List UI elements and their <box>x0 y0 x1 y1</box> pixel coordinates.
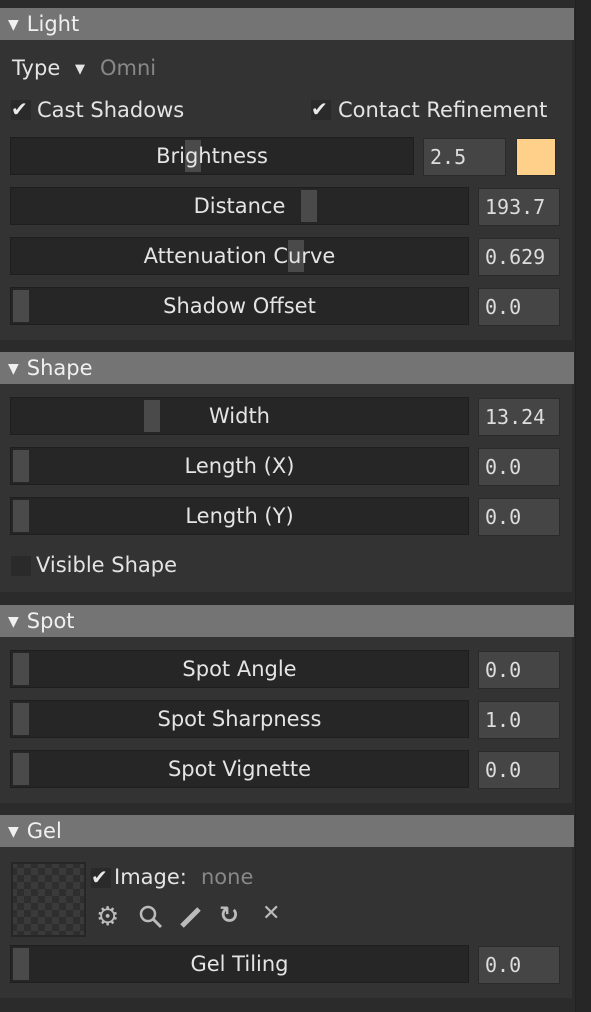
slider-label: Spot Sharpness <box>157 707 322 731</box>
spot-vignette-value[interactable]: 0.0 <box>478 751 560 789</box>
width-slider[interactable]: Width <box>10 397 469 435</box>
brightness-slider[interactable]: Brightness <box>10 137 414 175</box>
attenuation-curve-value[interactable]: 0.629 <box>478 238 560 276</box>
distance-slider[interactable]: Distance <box>10 187 469 225</box>
section-header-spot[interactable]: ▼ Spot <box>0 605 574 637</box>
section-header-shape[interactable]: ▼ Shape <box>0 352 574 384</box>
refresh-icon[interactable]: ↻ <box>219 901 239 929</box>
collapse-triangle-icon: ▼ <box>8 614 19 630</box>
brightness-value[interactable]: 2.5 <box>423 138 506 176</box>
length-x-value[interactable]: 0.0 <box>478 448 560 486</box>
spot-vignette-slider[interactable]: Spot Vignette <box>10 750 469 788</box>
slider-label: Brightness <box>156 144 268 168</box>
gel-tiling-value[interactable]: 0.0 <box>478 946 560 984</box>
slider-label: Width <box>208 404 270 428</box>
type-dropdown[interactable]: Omni <box>100 56 156 80</box>
contact-refinement-label: Contact Refinement <box>338 98 548 122</box>
spot-angle-slider[interactable]: Spot Angle <box>10 650 469 688</box>
gel-tiling-slider[interactable]: Gel Tiling <box>10 945 469 983</box>
close-icon[interactable]: ✕ <box>262 901 280 926</box>
section-title: Light <box>26 12 80 36</box>
light-color-swatch[interactable] <box>516 138 556 176</box>
slider-label: Spot Angle <box>182 657 297 681</box>
gear-icon[interactable]: ⚙ <box>96 902 119 932</box>
collapse-triangle-icon: ▼ <box>8 17 19 33</box>
gel-image-label: Image: <box>114 865 187 889</box>
slider-label: Length (X) <box>184 454 295 478</box>
section-title: Shape <box>26 356 93 380</box>
collapse-triangle-icon: ▼ <box>8 824 19 840</box>
section-title: Gel <box>26 819 62 843</box>
collapse-triangle-icon: ▼ <box>8 361 19 377</box>
scrollbar-track[interactable] <box>575 0 591 1012</box>
contact-refinement-checkbox[interactable]: ✔ <box>311 99 331 120</box>
search-icon[interactable] <box>137 903 165 931</box>
distance-value[interactable]: 193.7 <box>478 188 560 226</box>
type-dropdown-icon[interactable]: ▼ <box>75 56 85 84</box>
attenuation-curve-slider[interactable]: Attenuation Curve <box>10 237 469 275</box>
slider-label: Gel Tiling <box>190 952 289 976</box>
section-header-light[interactable]: ▼ Light <box>0 8 574 40</box>
gel-image-checkbox[interactable]: ✔ <box>91 867 111 888</box>
section-header-gel[interactable]: ▼ Gel <box>0 815 574 847</box>
slider-label: Spot Vignette <box>167 757 312 781</box>
cast-shadows-checkbox[interactable]: ✔ <box>11 99 31 120</box>
slider-label: Distance <box>193 194 286 218</box>
gel-image-thumbnail[interactable] <box>11 862 86 937</box>
shadow-offset-slider[interactable]: Shadow Offset <box>10 287 469 325</box>
shadow-offset-value[interactable]: 0.0 <box>478 288 560 326</box>
slider-label: Attenuation Curve <box>143 244 336 268</box>
section-title: Spot <box>26 609 75 633</box>
slider-label: Shadow Offset <box>163 294 316 318</box>
cast-shadows-label: Cast Shadows <box>37 98 185 122</box>
gel-image-value: none <box>201 865 254 889</box>
spot-sharpness-value[interactable]: 1.0 <box>478 701 560 739</box>
slider-label: Length (Y) <box>185 504 294 528</box>
pencil-icon[interactable] <box>177 903 205 931</box>
length-y-value[interactable]: 0.0 <box>478 498 560 536</box>
visible-shape-label: Visible Shape <box>36 553 178 577</box>
spot-sharpness-slider[interactable]: Spot Sharpness <box>10 700 469 738</box>
length-y-slider[interactable]: Length (Y) <box>10 497 469 535</box>
length-x-slider[interactable]: Length (X) <box>10 447 469 485</box>
spot-angle-value[interactable]: 0.0 <box>478 651 560 689</box>
width-value[interactable]: 13.24 <box>478 398 560 436</box>
visible-shape-checkbox[interactable] <box>11 556 31 576</box>
type-label: Type <box>12 56 61 80</box>
